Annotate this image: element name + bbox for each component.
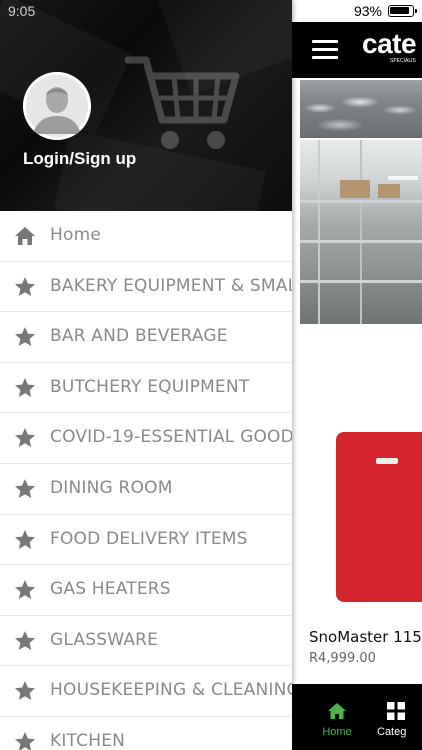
- menu-item-food-delivery-items[interactable]: FOOD DELIVERY ITEMS: [0, 515, 292, 566]
- shopping-cart-icon: [124, 56, 240, 149]
- nav-home-label: Home: [322, 726, 352, 738]
- star-icon: [15, 327, 35, 347]
- menu-item-housekeeping-cleaning[interactable]: HOUSEKEEPING & CLEANING: [0, 666, 292, 717]
- grid-icon: [387, 702, 405, 720]
- menu-item-label: HOUSEKEEPING & CLEANING: [50, 680, 292, 701]
- menu-item-dining-room[interactable]: DINING ROOM: [0, 464, 292, 515]
- nav-categories-label: Categ: [377, 726, 407, 738]
- menu-item-glassware[interactable]: GLASSWARE: [0, 616, 292, 667]
- home-icon: [15, 227, 35, 245]
- star-icon: [15, 377, 35, 397]
- menu-item-bar-and-beverage[interactable]: BAR AND BEVERAGE: [0, 312, 292, 363]
- menu-item-label: BUTCHERY EQUIPMENT: [50, 376, 250, 397]
- menu-item-label: COVID-19-ESSENTIAL GOODS: [50, 427, 292, 448]
- battery-percentage: 93%: [353, 3, 382, 19]
- star-icon: [15, 731, 35, 750]
- banner-image-plates[interactable]: [300, 80, 422, 138]
- brand-logo: cate: [362, 28, 417, 59]
- menu-item-gas-heaters[interactable]: GAS HEATERS: [0, 565, 292, 616]
- menu-item-label: DINING ROOM: [50, 477, 173, 498]
- app-header: cate SPECIALIS: [292, 22, 422, 78]
- star-icon: [15, 276, 35, 296]
- product-name[interactable]: SnoMaster 115l: [309, 628, 422, 646]
- menu-item-label: FOOD DELIVERY ITEMS: [50, 528, 248, 549]
- avatar[interactable]: [23, 72, 91, 140]
- bottom-navigation: Home Categ: [287, 684, 422, 750]
- menu-item-bakery-equipment[interactable]: BAKERY EQUIPMENT & SMALL: [0, 262, 292, 313]
- nav-categories-tab[interactable]: Categ: [377, 702, 422, 738]
- menu-item-label: GAS HEATERS: [50, 579, 171, 600]
- drawer-header: 9:05 Login/Sign up: [0, 0, 292, 211]
- status-time: 9:05: [8, 3, 36, 19]
- menu-item-label: Home: [50, 225, 102, 245]
- user-silhouette-icon: [23, 72, 91, 140]
- menu-item-kitchen[interactable]: KITCHEN: [0, 717, 292, 750]
- menu-item-home[interactable]: Home: [0, 211, 292, 262]
- menu-item-label: GLASSWARE: [50, 629, 159, 650]
- menu-item-butchery-equipment[interactable]: BUTCHERY EQUIPMENT: [0, 363, 292, 414]
- product-price: R4,999.00: [309, 651, 376, 666]
- home-icon: [328, 703, 346, 719]
- star-icon: [15, 630, 35, 650]
- battery-icon: [388, 5, 417, 17]
- menu-item-label: BAKERY EQUIPMENT & SMALL: [50, 275, 292, 296]
- star-icon: [15, 580, 35, 600]
- drawer-menu: Home BAKERY EQUIPMENT & SMALL BAR AND BE…: [0, 211, 292, 750]
- hamburger-menu-icon[interactable]: [312, 40, 338, 60]
- navigation-drawer: 9:05 Login/Sign up Home BAKERY EQUIPMENT…: [0, 0, 292, 750]
- menu-item-covid-essential-goods[interactable]: COVID-19-ESSENTIAL GOODS: [0, 413, 292, 464]
- star-icon: [15, 478, 35, 498]
- star-icon: [15, 529, 35, 549]
- nav-home-tab[interactable]: Home: [317, 702, 357, 738]
- star-icon: [15, 428, 35, 448]
- star-icon: [15, 681, 35, 701]
- menu-item-label: BAR AND BEVERAGE: [50, 326, 228, 347]
- login-signup-link[interactable]: Login/Sign up: [23, 149, 136, 169]
- menu-item-label: KITCHEN: [50, 730, 126, 750]
- banner-image-warehouse[interactable]: [300, 140, 422, 324]
- brand-tagline: SPECIALIS: [390, 58, 416, 64]
- product-image-fridge[interactable]: [336, 432, 422, 602]
